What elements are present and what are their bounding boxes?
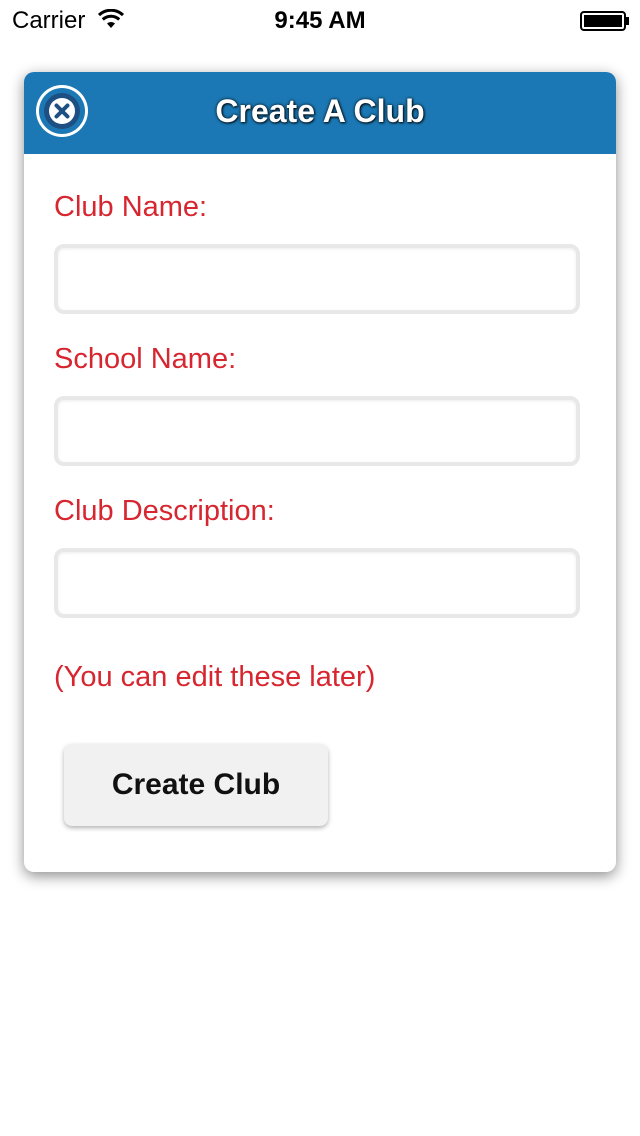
school-name-input[interactable]	[54, 396, 580, 466]
edit-later-hint: (You can edit these later)	[54, 661, 376, 693]
dialog-header: Create A Club	[24, 72, 616, 154]
create-club-button[interactable]: Create Club	[64, 744, 328, 826]
club-name-input[interactable]	[54, 244, 580, 314]
status-clock: 9:45 AM	[274, 7, 366, 34]
club-name-label: Club Name:	[54, 191, 208, 223]
create-club-dialog: Create A Club Club Name: School Name: Cl…	[24, 72, 616, 872]
status-bar: Carrier 9:45 AM	[0, 0, 640, 40]
club-description-input[interactable]	[54, 548, 580, 618]
battery-icon	[580, 11, 629, 31]
close-icon[interactable]	[34, 83, 90, 139]
dialog-title: Create A Club	[215, 93, 425, 129]
club-description-label: Club Description:	[54, 495, 275, 527]
screen: Carrier 9:45 AM Create A Club Club Name:	[0, 0, 640, 1136]
school-name-label: School Name:	[54, 343, 237, 375]
